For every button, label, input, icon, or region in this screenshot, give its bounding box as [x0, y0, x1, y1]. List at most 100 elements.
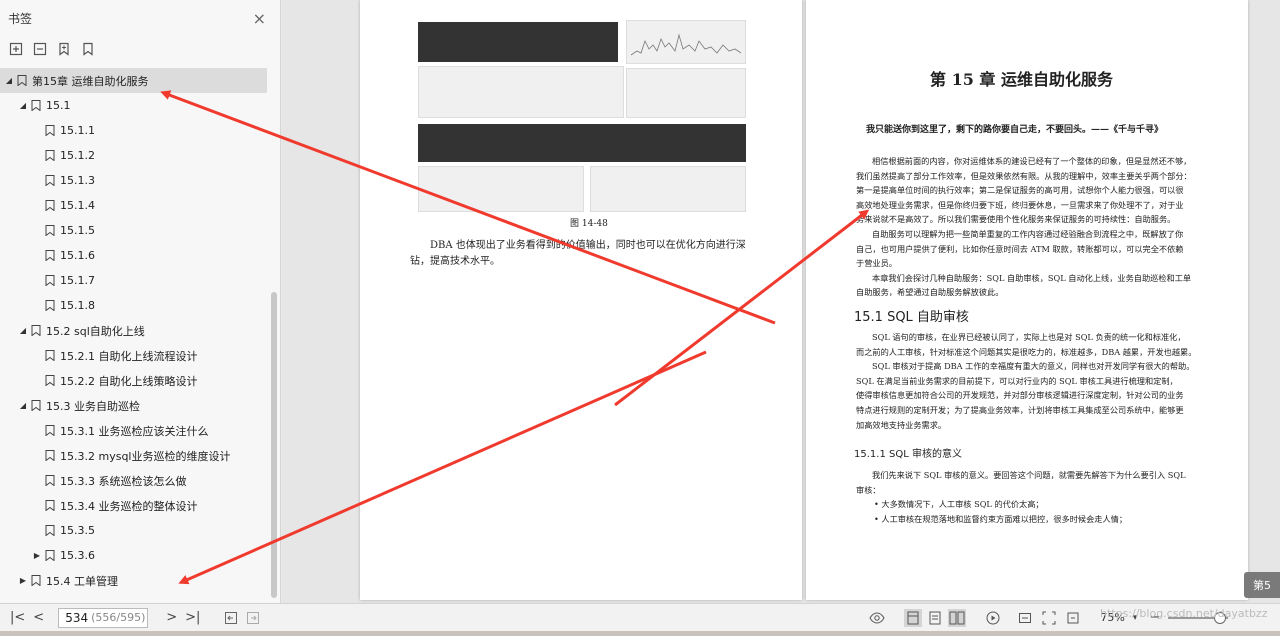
collapse-all-icon[interactable]: [32, 41, 48, 57]
bookmark-icon: [45, 250, 55, 262]
sidebar-item[interactable]: 15.3.1 业务巡检应该关注什么: [0, 418, 267, 443]
taskbar-strip: [0, 631, 1280, 636]
figure-caption: 图 14-48: [570, 219, 608, 229]
sidebar-item[interactable]: 15.1.1: [0, 118, 267, 143]
rotate-icon[interactable]: [1064, 609, 1082, 627]
chapter-title: 第 15 章 运维自助化服务: [930, 70, 1113, 89]
add-bookmark-icon[interactable]: [56, 41, 72, 57]
text-line: 我们先来说下 SQL 审核的意义。要回答这个问题，就需要先解答下为什么要引入 S…: [872, 470, 1186, 480]
back-icon[interactable]: [222, 609, 240, 627]
expand-triangle-icon[interactable]: ▶: [18, 576, 28, 585]
text-line: SQL 审核对于提高 DBA 工作的幸福度有重大的意义，同样也对开发同学有很大的…: [872, 361, 1195, 372]
sidebar-item-label: 15.2.1 自助化上线流程设计: [60, 349, 198, 363]
page-number-input[interactable]: 534 (556/595): [58, 607, 149, 628]
sidebar-item-label: 15.1: [46, 99, 71, 112]
sidebar-item-label: 15.1.1: [60, 124, 95, 137]
prev-page-icon[interactable]: <: [29, 610, 48, 625]
sidebar-toolbar: [0, 36, 280, 62]
bookmark-icon: [45, 225, 55, 237]
next-page-icon[interactable]: >: [162, 610, 181, 625]
bookmark-icon: [31, 400, 41, 412]
sidebar-item[interactable]: ▶ 15.4 工单管理: [0, 568, 267, 593]
sidebar-item[interactable]: 15.1.5: [0, 218, 267, 243]
page-left: 图 14-48 DBA 也体现出了业务看得到的价值输出，同时也可以在优化方向进行…: [360, 0, 802, 600]
text-line: 审核：: [856, 484, 881, 495]
play-icon[interactable]: [984, 609, 1002, 627]
document-view[interactable]: 图 14-48 DBA 也体现出了业务看得到的价值输出，同时也可以在优化方向进行…: [282, 0, 1280, 603]
epigraph: 我只能送你到这里了，剩下的路你要自己走，不要回头。——《千与千寻》: [866, 125, 1164, 135]
pdf-reader-window: 书签 × ◢ 第15章 运维自助化服务 ◢ 15.1 15.1.1 15.1.2 15.1.…: [0, 0, 1280, 636]
bookmark-icon: [45, 125, 55, 137]
sidebar-title: 书签: [8, 11, 33, 26]
bookmark-tree: ◢ 第15章 运维自助化服务 ◢ 15.1 15.1.1 15.1.2 15.1.3 15.1…: [0, 68, 270, 598]
text-line: 相信根据前面的内容，你对运维体系的建设已经有了一个整体的印象，但是显然还不够，: [872, 156, 1192, 166]
sidebar-scrollbar[interactable]: [271, 292, 277, 598]
collapse-triangle-icon[interactable]: ◢: [18, 326, 28, 335]
sidebar-item[interactable]: 15.1.2: [0, 143, 267, 168]
sidebar-item[interactable]: 15.1.6: [0, 243, 267, 268]
collapse-triangle-icon[interactable]: ◢: [4, 76, 14, 85]
figure-console-panel-2: [418, 124, 746, 162]
sidebar-item-label: 15.2.2 自助化上线策略设计: [60, 374, 198, 388]
sidebar-item[interactable]: 15.3.4 业务巡检的整体设计: [0, 493, 267, 518]
text-line: SQL 语句的审核，在业界已经被认同了，实际上也是对 SQL 负责的统一化和标准…: [872, 332, 1186, 342]
figure-table-panel-2: [418, 166, 584, 212]
bookmark-icon: [45, 500, 55, 512]
left-paragraph: DBA 也体现出了业务看得到的价值输出，同时也可以在优化方向进行深钻，提高技术水…: [410, 240, 746, 267]
sidebar-item[interactable]: 15.1.4: [0, 193, 267, 218]
close-icon[interactable]: ×: [253, 9, 266, 28]
bullet-item: • 人工审核在规范落地和监督约束方面难以把控，很多时候会走人情；: [874, 514, 1128, 524]
sidebar-item[interactable]: ◢ 第15章 运维自助化服务: [0, 68, 267, 93]
last-page-icon[interactable]: >|: [181, 610, 204, 625]
side-tab[interactable]: 第5: [1244, 572, 1280, 598]
watermark-text: https://blog.csdn.net/dayatbzz: [1100, 607, 1268, 620]
sidebar-item[interactable]: 15.3.5: [0, 518, 267, 543]
forward-icon[interactable]: [244, 609, 262, 627]
sidebar-item[interactable]: ◢ 15.1: [0, 93, 267, 118]
bookmark-icon: [45, 300, 55, 312]
text-line: 特点进行规则的定制开发；为了提高业务效率，计划将审核工具集成至公司系统中，能够更: [856, 405, 1184, 415]
bookmark-icon: [45, 150, 55, 162]
sidebar-item[interactable]: 15.3.2 mysql业务巡检的维度设计: [0, 443, 267, 468]
collapse-triangle-icon[interactable]: ◢: [18, 101, 28, 110]
sidebar-item[interactable]: ◢ 15.2 sql自助化上线: [0, 318, 267, 343]
subsection-title: 15.1.1 SQL 审核的意义: [854, 449, 962, 460]
expand-all-icon[interactable]: [8, 41, 24, 57]
sidebar-item[interactable]: ◢ 15.3 业务自助巡检: [0, 393, 267, 418]
sidebar-item[interactable]: 15.1.3: [0, 168, 267, 193]
bookmark-icon: [45, 450, 55, 462]
text-line: 我们虽然提高了部分工作效率，但是效果依然有限。从我的理解中，效率主要关乎两个部分…: [856, 170, 1192, 181]
sidebar-item-label: 15.3 业务自助巡检: [46, 399, 140, 413]
two-page-icon[interactable]: [948, 608, 967, 627]
expand-triangle-icon[interactable]: ▶: [32, 551, 42, 560]
text-line: 自助服务，希望通过自助服务解放彼此。: [856, 287, 1004, 298]
fit-width-icon[interactable]: [1016, 609, 1034, 627]
figure-chart-panel: [626, 20, 746, 64]
sidebar-item-label: 15.3.6: [60, 549, 95, 562]
text-line: 而之前的人工审核，针对标准这个问题其实是很吃力的，标准越多，DBA 越累，开发也…: [856, 346, 1197, 357]
sidebar-item[interactable]: 15.1.8: [0, 293, 267, 318]
page-current: 534: [65, 610, 89, 625]
bookmark-icon: [31, 100, 41, 112]
text-line: 加高效地支持业务需求。: [856, 419, 947, 430]
bookmark-icon: [45, 525, 55, 537]
text-line: 自己，也可用户提供了便利，比如你任意时间去 ATM 取款，转账都可以，可以完全不…: [856, 243, 1184, 254]
sidebar-item[interactable]: ▶ 15.3.6: [0, 543, 267, 568]
fit-page-icon[interactable]: [1040, 609, 1058, 627]
sidebar-item[interactable]: 15.3.3 系统巡检该怎么做: [0, 468, 267, 493]
collapse-triangle-icon[interactable]: ◢: [18, 401, 28, 410]
bookmark-icon: [45, 175, 55, 187]
sidebar-item[interactable]: 15.2.2 自助化上线策略设计: [0, 368, 267, 393]
sidebar-item-label: 15.3.1 业务巡检应该关注什么: [60, 424, 209, 438]
continuous-page-icon[interactable]: [926, 609, 944, 627]
text-line: 务来说就不是高效了。所以我们需要使用个性化服务来保证服务的可持续性：自助服务。: [856, 214, 1176, 225]
single-page-icon[interactable]: [904, 608, 923, 627]
sidebar-item[interactable]: 15.1.7: [0, 268, 267, 293]
eye-icon[interactable]: [868, 609, 886, 627]
bookmark-icon[interactable]: [80, 41, 96, 57]
bookmark-icon: [45, 550, 55, 562]
first-page-icon[interactable]: |<: [6, 610, 29, 625]
sidebar-item[interactable]: 15.2.1 自助化上线流程设计: [0, 343, 267, 368]
bookmark-sidebar: 书签 × ◢ 第15章 运维自助化服务 ◢ 15.1 15.1.1 15.1.2 15.1.…: [0, 0, 281, 603]
figure-table-panel-3: [590, 166, 746, 212]
